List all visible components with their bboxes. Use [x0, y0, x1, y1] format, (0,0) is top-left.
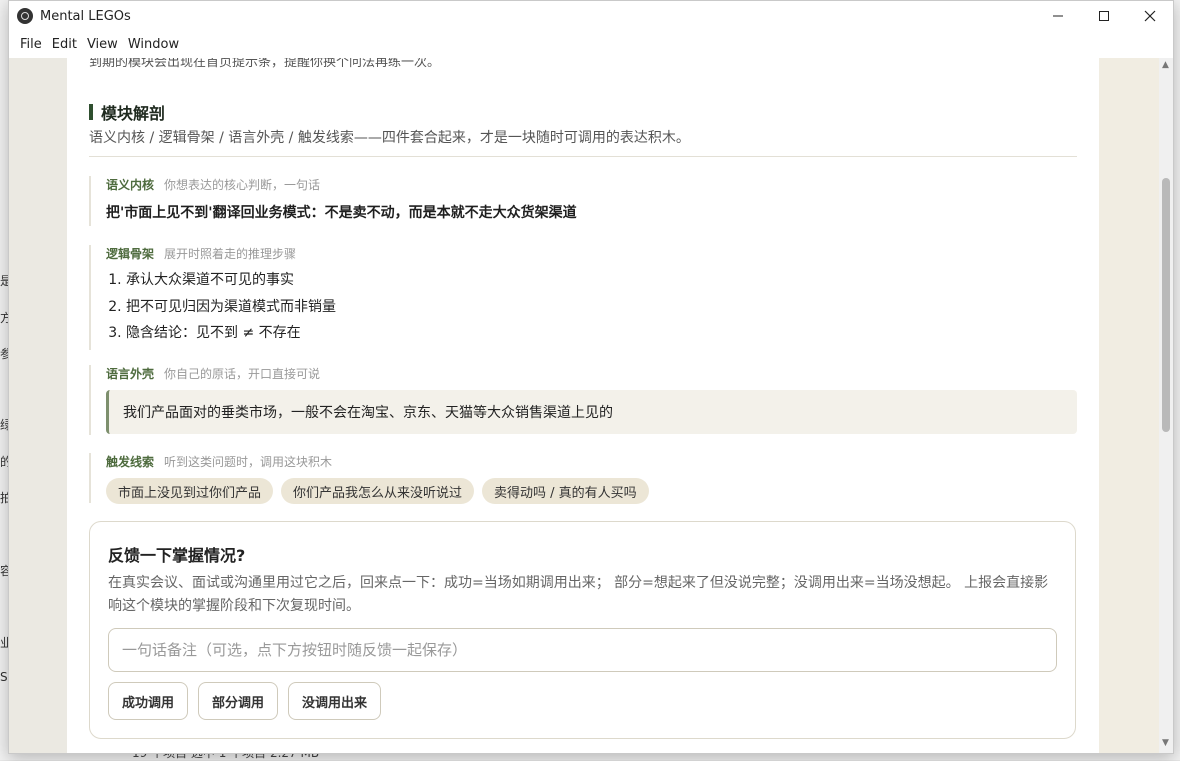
semantic-core-text: 把'市面上见不到'翻译回业务模式：不是卖不动，而是本就不走大众货架渠道	[106, 205, 577, 221]
section-subtitle: 语义内核 / 逻辑骨架 / 语言外壳 / 触发线索——四件套合起来，才是一块随时…	[89, 130, 690, 146]
content-area: 到期的模块会出现在首页提示条，提醒你换个问法再练一次。 模块解剖 语义内核 / …	[9, 58, 1173, 753]
app-logo-icon	[17, 8, 33, 24]
logic-step: 承认大众渠道不可见的事实	[126, 270, 1077, 297]
divider	[89, 156, 1077, 157]
logic-step: 把不可见归因为渠道模式而非销量	[126, 297, 1077, 324]
trigger-chips: 市面上没见到过你们产品 你们产品我怎么从来没听说过 卖得动吗 / 真的有人买吗	[106, 478, 1077, 504]
trigger-chip: 市面上没见到过你们产品	[106, 478, 274, 504]
trigger-cues-hint: 听到这类问题时，调用这块积木	[164, 455, 333, 469]
scroll-thumb[interactable]	[1162, 178, 1170, 432]
vertical-scrollbar[interactable]: ▲ ▼	[1159, 58, 1173, 753]
feedback-note-input[interactable]	[108, 628, 1057, 672]
minimize-button[interactable]	[1035, 1, 1081, 31]
trigger-chip: 卖得动吗 / 真的有人买吗	[482, 478, 649, 504]
feedback-title: 反馈一下掌握情况?	[108, 546, 246, 565]
logic-steps: 承认大众渠道不可见的事实 把不可见归因为渠道模式而非销量 隐含结论：见不到 ≠ …	[106, 270, 1077, 350]
close-button[interactable]	[1127, 1, 1173, 31]
maximize-button[interactable]	[1081, 1, 1127, 31]
logic-skeleton-label: 逻辑骨架	[106, 247, 155, 261]
section-title: 模块解剖	[101, 104, 166, 123]
scroll-up-icon[interactable]: ▲	[1162, 60, 1169, 70]
logic-skeleton-block: 逻辑骨架 展开时照着走的推理步骤 承认大众渠道不可见的事实 把不可见归因为渠道模…	[89, 245, 1077, 350]
trigger-cues-block: 触发线索 听到这类问题时，调用这块积木 市面上没见到过你们产品 你们产品我怎么从…	[89, 453, 1077, 504]
window-title: Mental LEGOs	[40, 8, 131, 24]
logic-step: 隐含结论：见不到 ≠ 不存在	[126, 323, 1077, 350]
right-panel	[1099, 58, 1159, 753]
section-header: 模块解剖	[89, 100, 165, 124]
module-detail-panel: 到期的模块会出现在首页提示条，提醒你换个问法再练一次。 模块解剖 语义内核 / …	[67, 58, 1099, 753]
feedback-card: 反馈一下掌握情况? 在真实会议、面试或沟通里用过它之后，回来点一下：成功=当场如…	[89, 521, 1076, 739]
logic-skeleton-hint: 展开时照着走的推理步骤	[164, 247, 297, 261]
feedback-buttons: 成功调用 部分调用 没调用出来	[108, 682, 391, 720]
background-text: S	[0, 670, 8, 684]
maximize-icon	[1099, 11, 1109, 21]
semantic-core-label: 语义内核	[106, 178, 155, 192]
section-accent-bar	[89, 104, 93, 120]
failed-button[interactable]: 没调用出来	[288, 682, 382, 720]
title-bar[interactable]: Mental LEGOs	[9, 1, 1173, 31]
menu-file[interactable]: File	[15, 37, 47, 52]
trigger-chip: 你们产品我怎么从来没听说过	[281, 478, 475, 504]
menu-edit[interactable]: Edit	[47, 37, 82, 52]
feedback-description: 在真实会议、面试或沟通里用过它之后，回来点一下：成功=当场如期调用出来； 部分=…	[108, 575, 1049, 614]
language-shell-block: 语言外壳 你自己的原话，开口直接可说 我们产品面对的垂类市场，一般不会在淘宝、京…	[89, 365, 1077, 435]
menu-view[interactable]: View	[82, 37, 123, 52]
close-icon	[1144, 10, 1156, 22]
semantic-core-hint: 你想表达的核心判断，一句话	[164, 178, 321, 192]
window-controls	[1035, 1, 1173, 31]
partial-button[interactable]: 部分调用	[198, 682, 279, 720]
success-button[interactable]: 成功调用	[108, 682, 189, 720]
menu-bar: File Edit View Window	[9, 31, 1173, 57]
language-shell-hint: 你自己的原话，开口直接可说	[164, 367, 321, 381]
language-shell-quote: 我们产品面对的垂类市场，一般不会在淘宝、京东、天猫等大众销售渠道上见的	[106, 390, 1077, 434]
menu-window[interactable]: Window	[123, 37, 184, 52]
trigger-cues-label: 触发线索	[106, 455, 155, 469]
scroll-down-icon[interactable]: ▼	[1162, 738, 1169, 748]
review-note: 到期的模块会出现在首页提示条，提醒你换个问法再练一次。	[89, 58, 441, 70]
language-shell-label: 语言外壳	[106, 367, 155, 381]
semantic-core-block: 语义内核 你想表达的核心判断，一句话 把'市面上见不到'翻译回业务模式：不是卖不…	[89, 176, 1077, 226]
app-window: Mental LEGOs File Edit View Window 到期的模块…	[8, 0, 1174, 754]
minimize-icon	[1053, 15, 1063, 17]
sidebar	[9, 58, 67, 753]
